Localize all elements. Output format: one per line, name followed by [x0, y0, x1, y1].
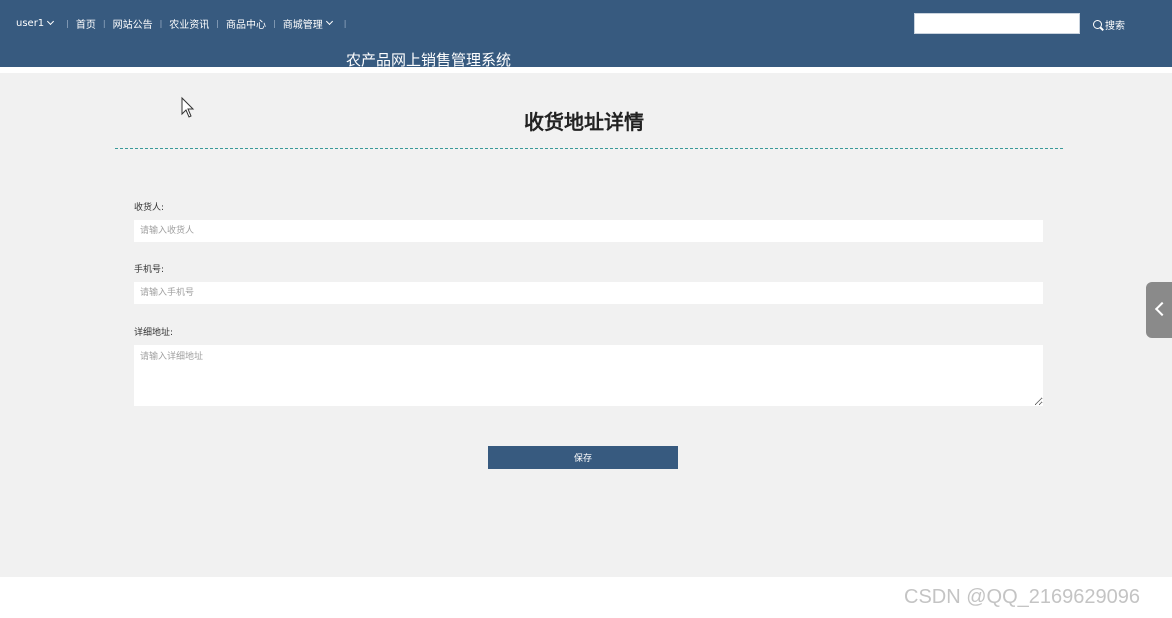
nav-separator: | [343, 18, 347, 28]
nav-separator: | [66, 18, 69, 28]
receiver-input[interactable] [134, 220, 1043, 242]
nav-item-product-center[interactable]: 商品中心 [226, 16, 266, 31]
page: user1 | 首页 | 网站公告 | 农业资讯 | 商品中心 | 商城管理 |… [0, 0, 1172, 618]
nav-separator: | [159, 18, 163, 28]
chevron-down-icon [47, 17, 55, 26]
phone-label: 手机号: [134, 265, 165, 275]
nav-item-agri-news[interactable]: 农业资讯 [169, 16, 209, 31]
main-content: 收货地址详情 收货人: 手机号: 详细地址: 保存 [0, 73, 1172, 577]
side-collapse-tab[interactable] [1146, 282, 1172, 338]
address-label: 详细地址: [134, 328, 174, 338]
mouse-cursor-icon [181, 96, 195, 118]
user-name: user1 [16, 17, 45, 29]
chevron-left-icon [1154, 301, 1170, 317]
title-divider [115, 148, 1063, 149]
search-button[interactable]: 搜索 [1093, 16, 1125, 32]
receiver-label: 收货人: [134, 203, 165, 213]
watermark-text: CSDN @QQ_2169629096 [904, 586, 1140, 608]
search-input[interactable] [914, 13, 1080, 34]
nav-separator: | [216, 18, 219, 28]
page-title: 收货地址详情 [524, 110, 644, 134]
save-button[interactable]: 保存 [488, 446, 678, 469]
site-title: 农产品网上销售管理系统 [346, 51, 512, 69]
nav-menu: user1 | 首页 | 网站公告 | 农业资讯 | 商品中心 | 商城管理 | [16, 15, 353, 31]
nav-separator: | [273, 18, 276, 28]
search-icon [1093, 19, 1102, 29]
nav-item-announcements[interactable]: 网站公告 [113, 16, 153, 31]
phone-input[interactable] [134, 282, 1043, 304]
nav-separator: | [102, 18, 106, 28]
chevron-down-icon [325, 17, 333, 26]
nav-item-mall-management[interactable]: 商城管理 [283, 16, 333, 31]
search-button-label: 搜索 [1105, 20, 1125, 32]
user-menu[interactable]: user1 [16, 17, 55, 29]
top-navbar: user1 | 首页 | 网站公告 | 农业资讯 | 商品中心 | 商城管理 |… [0, 0, 1172, 69]
address-textarea[interactable] [134, 345, 1043, 406]
nav-item-home[interactable]: 首页 [76, 16, 96, 31]
